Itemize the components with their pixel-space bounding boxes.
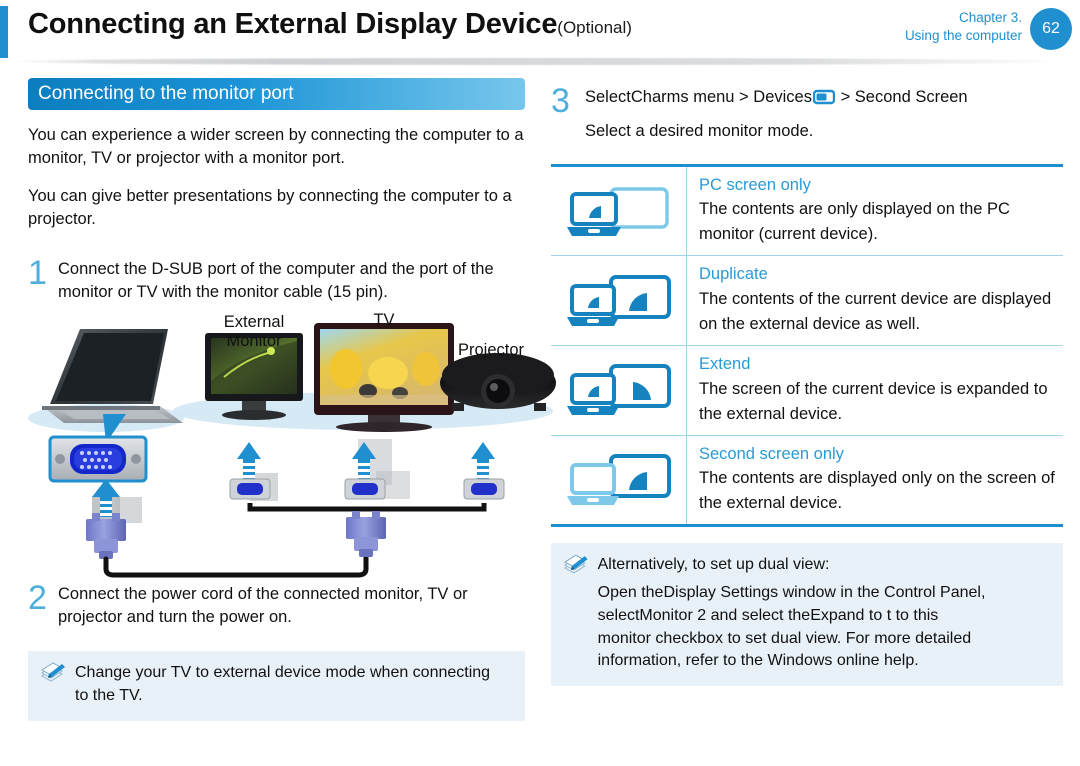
mode-title: Duplicate [699,265,768,284]
chapter-label: Chapter 3. Using the computer [905,9,1022,45]
left-note-text: Change your TV to external device mode w… [75,664,491,705]
mode-desc-line-1: The contents are displayed only on the s… [699,469,1055,488]
left-vga-plug [86,512,126,559]
mode-text: Second screen only The contents are disp… [687,436,1063,525]
section-heading-bar: Connecting to the monitor port [28,78,525,110]
step-3-line1: SelectCharms menu > Devices > Second Scr… [585,88,968,106]
page-number-badge: 62 [1030,8,1072,50]
table-row[interactable]: PC screen only The contents are only dis… [551,166,1063,257]
second-screen-only-icon [551,435,687,525]
step-3-line1-pre: Select [585,88,631,106]
step-1: 1 Connect the D-SUB port of the computer… [28,253,548,305]
intro-paragraph-2: You can give better presentations by con… [28,186,512,229]
pc-screen-only-icon [551,166,687,256]
step-3-number: 3 [551,82,570,120]
page-title-main: Connecting an External Display Device [28,8,558,40]
intro-paragraph-1: You can experience a wider screen by con… [28,126,524,168]
mode-title: PC screen only [699,175,811,194]
connection-diagram: External Monitor TV Projector [28,311,558,581]
page-header: Connecting an External Display Device(Op… [0,0,1080,65]
left-column: Connecting to the monitor port You can e… [28,78,556,721]
mode-title: Extend [699,355,751,374]
mode-desc-line-1: The contents of the current device are d… [699,289,1052,308]
step-1-text: Connect the D-SUB port of the computer a… [58,259,494,302]
right-note-body-line-1: Open theDisplay Settings window in the C… [597,584,986,602]
note-pen-icon [41,662,65,682]
right-note-heading: Alternatively, to set up dual view: [597,556,830,574]
mode-title: Second screen only [699,444,844,463]
table-row[interactable]: Extend The screen of the current device … [551,346,1063,436]
note-pen-icon [564,554,588,574]
mode-desc-line-2: monitor (current device). [699,225,878,244]
laptop-illustration [42,328,183,423]
chapter-number: Chapter 3. [958,10,1022,25]
extend-icon [551,346,687,435]
right-column: 3 SelectCharms menu > Devices > Second S… [551,78,1063,686]
mode-desc-line-1: The contents are only displayed on the P… [699,200,1010,219]
manual-page: Connecting an External Display Device(Op… [0,0,1080,766]
right-note-body-line-4: information, refer to the Windows online… [597,652,919,670]
tv-port-connector [344,438,410,500]
mode-desc-line-2: on the external device as well. [699,315,921,333]
hub-vga-plug [346,510,386,557]
step-3: 3 SelectCharms menu > Devices > Second S… [551,82,1063,144]
mode-desc-line-2: the external device. [699,494,843,513]
right-note-box: Alternatively, to set up dual view: Open… [551,543,1063,686]
projector-port-connector [463,441,505,500]
mode-text: Extend The screen of the current device … [687,346,1063,435]
monitor-mode-table: PC screen only The contents are only dis… [551,163,1063,528]
vga-port-callout [48,435,148,483]
right-note-body-line-2: selectMonitor 2 and select theExpand to … [597,606,939,624]
devices-glyph-icon [812,89,836,112]
table-row[interactable]: Second screen only The contents are disp… [551,435,1063,525]
step-1-number: 1 [28,253,47,292]
cable-laptop-to-hub [103,544,369,578]
right-note-body-line-3: monitor checkbox to set dual view. For m… [597,629,972,647]
step-2-text: Connect the power cord of the connected … [58,584,468,626]
step-3-line1-mid: Charms menu > Devices [630,88,812,106]
header-accent-bar [0,6,8,58]
chapter-name: Using the computer [904,27,1022,43]
right-note-body: Open theDisplay Settings window in the C… [598,582,1051,673]
mode-desc-line-1: The screen of the current device is expa… [699,379,1048,398]
cable-device-bus [247,502,487,512]
mode-desc-line-2: the external device. [699,404,843,423]
step-3-line1-post: > Second Screen [840,88,968,106]
table-row[interactable]: Duplicate The contents of the current de… [551,256,1063,347]
header-divider [10,58,1072,65]
label-external-monitor: External Monitor [200,313,308,351]
step-3-text: SelectCharms menu > Devices > Second Scr… [585,86,1055,144]
page-title-optional: (Optional) [557,18,632,37]
step-3-line2: Select a desired monitor mode. [585,122,814,141]
mode-text: Duplicate The contents of the current de… [687,256,1063,345]
label-external-monitor-line2: Monitor [226,331,282,350]
right-note-text: Alternatively, to set up dual view: Open… [598,554,1051,673]
left-note-box: Change your TV to external device mode w… [28,651,525,721]
monitor-port-connector [229,441,278,501]
mode-text: PC screen only The contents are only dis… [687,167,1063,256]
step-2-number: 2 [28,578,47,617]
step-2: 2 Connect the power cord of the connecte… [28,578,548,630]
label-tv: TV [373,310,395,329]
label-external-monitor-line1: External [223,312,285,331]
duplicate-icon [551,256,687,346]
label-projector: Projector [457,340,525,359]
page-title: Connecting an External Display Device(Op… [28,8,632,41]
section-heading-text: Connecting to the monitor port [38,83,294,104]
